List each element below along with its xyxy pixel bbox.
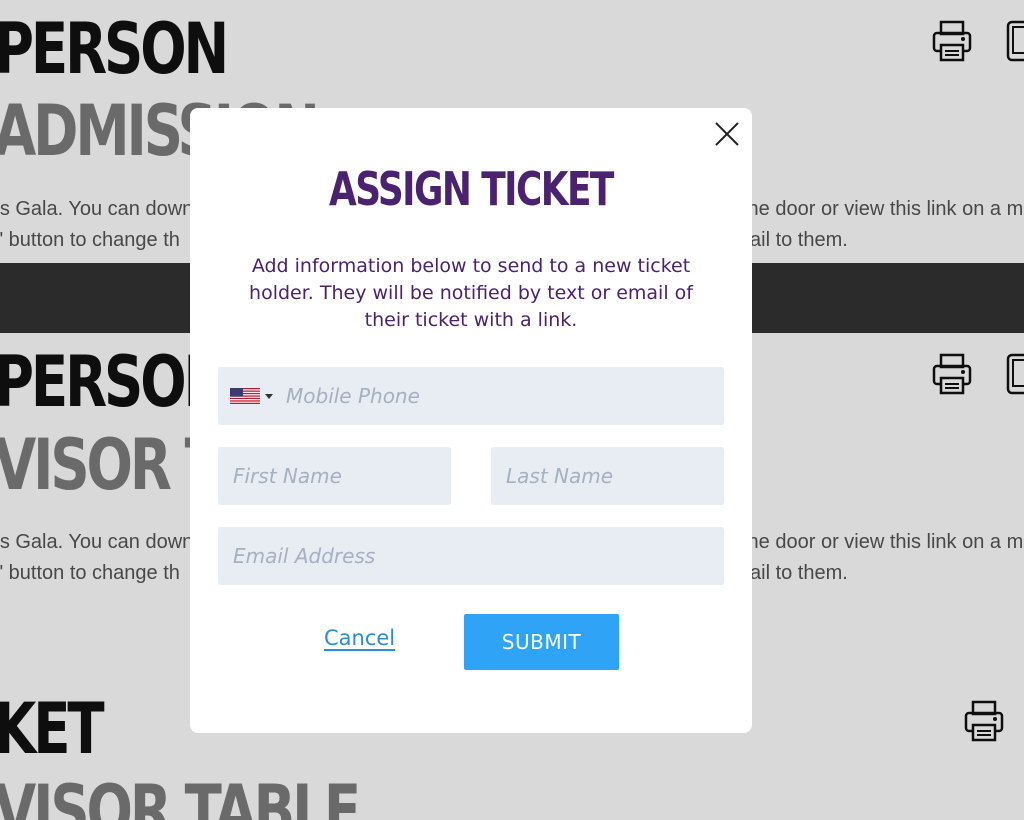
modal-title: ASSIGN TICKET: [190, 166, 752, 212]
first-name-input[interactable]: [233, 447, 443, 505]
submit-button[interactable]: SUBMIT: [464, 614, 619, 670]
mobile-phone-input[interactable]: [286, 367, 716, 425]
assign-ticket-modal: ASSIGN TICKET Add information below to s…: [190, 108, 752, 733]
modal-description: Add information below to send to a new t…: [249, 255, 693, 331]
last-name-input[interactable]: [506, 447, 716, 505]
caret-down-icon[interactable]: [265, 394, 273, 399]
us-flag-icon[interactable]: [230, 388, 260, 404]
first-name-field: [218, 447, 451, 505]
cancel-link[interactable]: Cancel: [324, 626, 395, 650]
email-field: [218, 527, 724, 585]
last-name-field: [491, 447, 724, 505]
mobile-phone-field: [218, 367, 724, 425]
email-input[interactable]: [233, 527, 713, 585]
modal-title-text: ASSIGN TICKET: [329, 162, 614, 216]
close-icon[interactable]: [714, 121, 740, 147]
